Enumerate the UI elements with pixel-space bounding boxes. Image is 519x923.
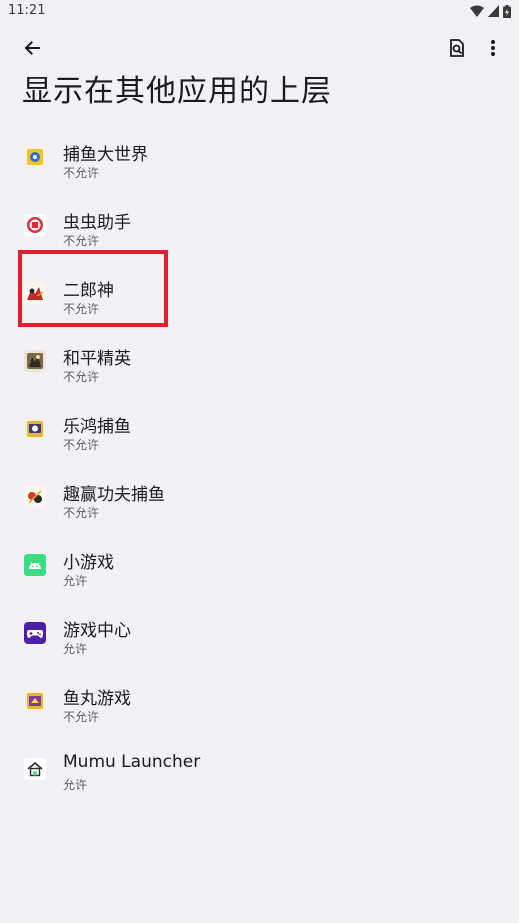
toolbar bbox=[0, 30, 519, 70]
app-row-fishing-world[interactable]: 捕鱼大世界 不允许 bbox=[0, 124, 519, 192]
app-name: 虫虫助手 bbox=[63, 213, 131, 233]
app-name: 小游戏 bbox=[63, 553, 114, 573]
yuwan-game-app-icon bbox=[24, 690, 46, 712]
more-options-button[interactable] bbox=[477, 32, 509, 64]
app-row-mumu-launcher[interactable]: Mumu Launcher 允许 bbox=[0, 736, 519, 804]
highlight-annotation-box bbox=[18, 250, 168, 327]
status-time: 11:21 bbox=[8, 3, 46, 18]
app-name: 游戏中心 bbox=[63, 621, 131, 641]
chongchong-assistant-app-icon bbox=[24, 214, 46, 236]
app-permission-status: 不允许 bbox=[63, 710, 100, 724]
app-permission-status: 允许 bbox=[63, 574, 88, 588]
app-row-peace-elite[interactable]: 和平精英 不允许 bbox=[0, 328, 519, 396]
app-row-game-center[interactable]: 游戏中心 允许 bbox=[0, 600, 519, 668]
more-vert-icon bbox=[491, 40, 495, 56]
peace-elite-app-icon bbox=[24, 350, 46, 372]
app-permission-status: 不允许 bbox=[63, 370, 100, 384]
app-permission-status: 不允许 bbox=[63, 234, 100, 248]
app-name: 趣赢功夫捕鱼 bbox=[63, 485, 165, 505]
fishing-world-app-icon bbox=[24, 146, 46, 168]
app-permission-status: 不允许 bbox=[63, 506, 100, 520]
kungfu-fishing-app-icon bbox=[24, 486, 46, 508]
arrow-back-icon bbox=[24, 41, 40, 55]
app-row-kungfu-fishing[interactable]: 趣赢功夫捕鱼 不允许 bbox=[0, 464, 519, 532]
app-name: 乐鸿捕鱼 bbox=[63, 417, 131, 437]
app-row-mini-games[interactable]: 小游戏 允许 bbox=[0, 532, 519, 600]
app-permission-status: 允许 bbox=[63, 642, 88, 656]
app-name: 捕鱼大世界 bbox=[63, 145, 148, 165]
gamepad-app-icon bbox=[24, 622, 46, 644]
cellular-signal-icon bbox=[488, 5, 499, 17]
app-permission-status: 不允许 bbox=[63, 166, 100, 180]
battery-icon bbox=[503, 4, 511, 18]
status-bar: 11:21 bbox=[0, 0, 519, 22]
search-document-icon bbox=[450, 39, 464, 57]
app-permission-status: 允许 bbox=[63, 778, 88, 792]
android-app-icon bbox=[24, 554, 46, 576]
app-row-yuwan-game[interactable]: 鱼丸游戏 不允许 bbox=[0, 668, 519, 736]
lehong-fishing-app-icon bbox=[24, 418, 46, 440]
home-launcher-app-icon bbox=[24, 758, 46, 780]
status-icons bbox=[470, 3, 511, 19]
search-button[interactable] bbox=[441, 32, 473, 64]
app-permission-status: 不允许 bbox=[63, 438, 100, 452]
app-name: Mumu Launcher bbox=[63, 752, 201, 772]
app-row-lehong-fishing[interactable]: 乐鸿捕鱼 不允许 bbox=[0, 396, 519, 464]
app-name: 鱼丸游戏 bbox=[63, 689, 131, 709]
back-button[interactable] bbox=[16, 32, 48, 64]
app-name: 和平精英 bbox=[63, 349, 131, 369]
wifi-icon bbox=[470, 5, 484, 17]
page-title: 显示在其他应用的上层 bbox=[22, 74, 332, 109]
